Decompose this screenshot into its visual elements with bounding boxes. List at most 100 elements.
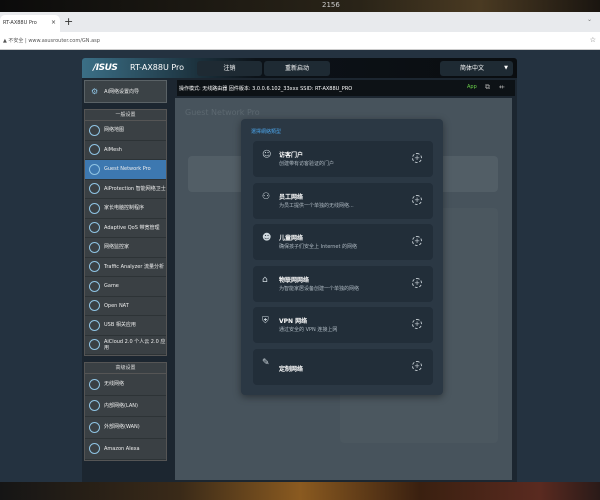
logout-button[interactable]: 注销 — [197, 61, 262, 76]
wizard-icon: ⚙ — [91, 87, 99, 96]
photo-label: 2156 — [322, 1, 340, 9]
sidebar-item[interactable]: 网络监控家 — [85, 238, 166, 258]
network-option[interactable]: ⛨ VPN 网络通过安全的 VPN 连接上网 + — [253, 307, 433, 343]
language-value: 简体中文 — [460, 65, 485, 72]
tab-title: RT-AX88U Pro — [3, 20, 37, 26]
sidebar-item-icon — [89, 280, 100, 292]
sidebar-item[interactable]: Open NAT — [85, 297, 166, 316]
sidebar-item-label: 家长电脑控制程序 — [104, 205, 145, 212]
portal-icon: ☺ — [262, 150, 272, 160]
add-icon[interactable]: + — [412, 319, 422, 329]
option-name: 访客门户 — [279, 152, 304, 159]
sidebar-item-label: Open NAT — [104, 302, 129, 309]
sidebar-item[interactable]: 无线网络 — [85, 374, 166, 396]
sidebar-item[interactable]: Guest Network Pro — [85, 160, 166, 180]
tab-search-icon[interactable]: ⌄ — [587, 16, 592, 23]
sidebar-item-icon — [89, 378, 100, 390]
network-option[interactable]: ⚇ 员工网络 为员工提供一个单独的无线网络... + — [253, 182, 433, 219]
sidebar-item-icon — [89, 144, 100, 156]
quick-setup-button[interactable]: ⚙ Ai网络设置向导 — [84, 80, 167, 103]
option-name: 定制网络 — [279, 365, 304, 373]
network-type-dialog: 選擇網絡類型 ☺ 访客门户 创建带有访客验证的门户 + ⚇ 员工网络 为员工提供一个单独的无… — [241, 119, 443, 395]
sidebar-item-icon — [89, 319, 100, 331]
new-tab-button[interactable]: + — [64, 15, 73, 28]
add-icon[interactable]: + — [412, 153, 422, 163]
network-option[interactable]: ☻ 儿童网络确保孩子们安全上 Internet 的网络 + — [253, 224, 433, 260]
usb-icon[interactable]: ⇷ — [499, 83, 505, 91]
sidebar-item-icon — [89, 261, 100, 273]
sidebar-item-label: Amazon Alexa — [104, 445, 140, 452]
network-icon[interactable]: ⧉ — [485, 83, 490, 92]
option-name: VPN 网络 — [279, 318, 308, 325]
option-desc: 确保孩子们安全上 Internet 的网络 — [279, 244, 358, 250]
sidebar-item[interactable]: AiCloud 2.0 个人云 2.0 应用 — [85, 336, 166, 355]
sidebar-item[interactable]: 外部网络(WAN) — [85, 417, 166, 439]
model-name: RT-AX88U Pro — [130, 63, 185, 72]
sidebar-item-icon — [89, 339, 100, 351]
sidebar-item[interactable]: Traffic Analyzer 流量分析 — [85, 258, 166, 277]
sidebar-item-label: Game — [104, 283, 119, 290]
background-photo: 2156 — [0, 0, 600, 12]
language-select[interactable]: 简体中文 ▼ — [440, 61, 513, 76]
sidebar-item-label: Traffic Analyzer 流量分析 — [104, 263, 164, 270]
sidebar-item-icon — [89, 222, 100, 234]
custom-icon: ✎ — [262, 357, 270, 368]
background-photo-bottom — [0, 482, 600, 500]
section-title: 高级设置 — [85, 363, 166, 374]
network-option[interactable]: ⌂ 物联网网络 为智能家居设备创建一个单独的网络 + — [253, 265, 433, 302]
status-bar: 操作模式: 无线路由器 固件版本: 3.0.0.6.102_33xxx SSID… — [177, 80, 515, 96]
option-desc: 通过安全的 VPN 连接上网 — [279, 327, 338, 333]
iot-icon: ⌂ — [262, 274, 268, 285]
sidebar-item-label: Adaptive QoS 带宽管理 — [104, 224, 160, 231]
sidebar-item-label: 外部网络(WAN) — [104, 424, 140, 431]
section-title: 一般设置 — [85, 110, 166, 121]
bookmark-icon[interactable]: ☆ — [590, 36, 596, 44]
advanced-section: 高级设置 无线网络内部网络(LAN) 外部网络(WAN) Amazon Alexa — [84, 362, 167, 461]
add-icon[interactable]: + — [412, 277, 422, 288]
close-tab-icon[interactable]: × — [51, 19, 56, 26]
sidebar-item[interactable]: AiProtection 智能网络卫士 — [85, 180, 166, 199]
sidebar-item-icon — [89, 421, 100, 433]
security-indicator[interactable]: ▲ 不安全 | — [3, 38, 27, 44]
option-name: 儿童网络 — [279, 235, 304, 242]
add-icon[interactable]: + — [412, 194, 422, 205]
option-desc: 为智能家居设备创建一个单独的网络 — [279, 285, 360, 292]
status-text: 操作模式: 无线路由器 固件版本: 3.0.0.6.102_33xxx SSID… — [179, 86, 353, 92]
sidebar-item-icon — [89, 124, 100, 136]
network-option[interactable]: ✎ 定制网络 + — [253, 348, 433, 385]
sidebar-item[interactable]: Game — [85, 277, 166, 297]
network-option[interactable]: ☺ 访客门户 创建带有访客验证的门户 + — [253, 141, 433, 177]
option-name: 物联网网络 — [279, 276, 310, 284]
chevron-down-icon: ▼ — [504, 65, 508, 71]
sidebar-item-label: 内部网络(LAN) — [104, 402, 138, 409]
general-section: 一般设置 网络地图 AiMesh Guest Network Pro AiProtec… — [84, 109, 167, 356]
asus-logo: /ISUS — [93, 63, 118, 73]
sidebar-item-icon — [89, 443, 100, 455]
reboot-button[interactable]: 重新启动 — [264, 61, 330, 76]
sidebar-item[interactable]: 家长电脑控制程序 — [85, 199, 166, 219]
sidebar-item-label: AiMesh — [104, 146, 122, 153]
sidebar-item-label: Guest Network Pro — [104, 166, 151, 173]
page-title: Guest Network Pro — [185, 108, 260, 117]
browser-tab-bar: RT-AX88U Pro × + ⌄ — [0, 12, 600, 32]
browser-tab[interactable]: RT-AX88U Pro × — [0, 15, 60, 32]
add-icon[interactable]: + — [412, 236, 422, 246]
sidebar-item-icon — [89, 202, 100, 214]
sidebar-item-icon — [89, 163, 100, 175]
option-desc: 为员工提供一个单独的无线网络... — [279, 202, 354, 209]
sidebar-item[interactable]: Adaptive QoS 带宽管理 — [85, 219, 166, 238]
sidebar-item-label: USB 相关应用 — [104, 322, 136, 329]
sidebar-item-icon — [89, 183, 100, 195]
sidebar-item[interactable]: Amazon Alexa — [85, 439, 166, 460]
add-icon[interactable]: + — [412, 360, 422, 371]
sidebar-item[interactable]: AiMesh — [85, 141, 166, 160]
employee-icon: ⚇ — [262, 191, 271, 202]
address-bar[interactable]: ▲ 不安全 | www.asusrouter.com/GN.asp ☆ — [0, 32, 600, 50]
sidebar-item[interactable]: 网络地图 — [85, 121, 166, 141]
vpn-icon: ⛨ — [262, 316, 269, 326]
sidebar-item[interactable]: USB 相关应用 — [85, 316, 166, 336]
sidebar-item[interactable]: 内部网络(LAN) — [85, 396, 166, 417]
sidebar-item-icon — [89, 300, 100, 312]
kids-icon: ☻ — [262, 233, 272, 243]
app-link[interactable]: App — [467, 84, 477, 90]
